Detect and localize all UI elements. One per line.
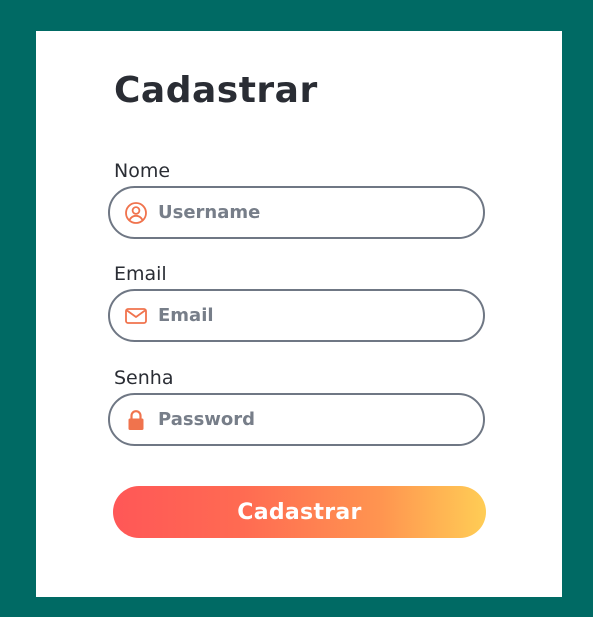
- form-title: Cadastrar: [114, 70, 318, 111]
- username-field[interactable]: [108, 186, 485, 239]
- name-label: Nome: [114, 160, 171, 182]
- lock-icon: [124, 408, 148, 432]
- password-field[interactable]: [108, 393, 485, 446]
- register-card: Cadastrar Nome Email Senha: [36, 31, 562, 597]
- register-button[interactable]: Cadastrar: [113, 486, 486, 538]
- envelope-icon: [124, 304, 148, 328]
- password-label: Senha: [114, 367, 174, 389]
- user-circle-icon: [124, 201, 148, 225]
- email-input[interactable]: [158, 300, 463, 331]
- username-input[interactable]: [158, 197, 463, 228]
- email-label: Email: [114, 263, 167, 285]
- password-input[interactable]: [158, 404, 463, 435]
- email-field[interactable]: [108, 289, 485, 342]
